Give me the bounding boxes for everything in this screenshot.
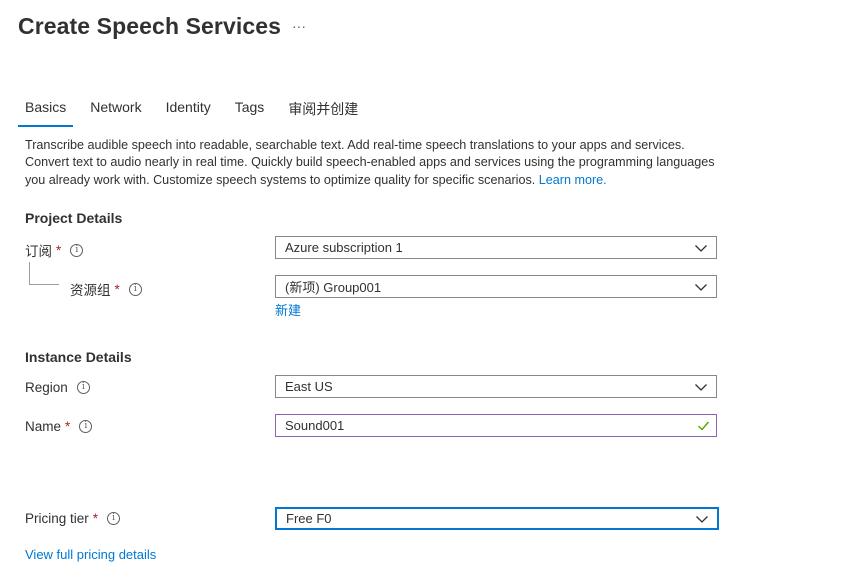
resource-group-label-text: 资源组: [70, 283, 111, 298]
page-title: Create Speech Services: [18, 13, 282, 39]
region-label: Region i: [25, 380, 90, 395]
subscription-value: Azure subscription 1: [285, 240, 403, 255]
tab-tags[interactable]: Tags: [228, 96, 272, 127]
view-pricing-details-link[interactable]: View full pricing details: [25, 547, 156, 562]
name-value: Sound001: [285, 418, 345, 433]
required-marker: *: [92, 511, 99, 526]
region-label-text: Region: [25, 380, 68, 395]
required-marker: *: [56, 242, 62, 258]
service-description: Transcribe audible speech into readable,…: [25, 137, 715, 189]
tab-network[interactable]: Network: [83, 96, 148, 127]
description-text: Transcribe audible speech into readable,…: [25, 138, 715, 187]
tree-connector-vertical: [29, 262, 30, 284]
required-marker: *: [65, 419, 71, 434]
name-label: Name * i: [25, 419, 93, 434]
pricing-tier-label: Pricing tier * i: [25, 511, 121, 526]
pricing-tier-value: Free F0: [286, 511, 332, 526]
checkmark-icon: [698, 421, 710, 431]
resource-group-label: 资源组 * i: [70, 279, 142, 299]
resource-group-value: (新项) Group001: [285, 280, 382, 295]
region-dropdown[interactable]: East US: [275, 375, 717, 398]
chevron-down-icon: [695, 283, 707, 291]
subscription-label-text: 订阅: [25, 244, 52, 259]
pricing-tier-dropdown[interactable]: Free F0: [275, 507, 719, 530]
info-icon[interactable]: i: [79, 420, 93, 433]
chevron-down-icon: [696, 515, 708, 523]
subscription-label: 订阅 * i: [25, 240, 84, 260]
tab-identity[interactable]: Identity: [159, 96, 218, 127]
pricing-tier-label-text: Pricing tier: [25, 511, 89, 526]
name-label-text: Name: [25, 419, 62, 434]
tab-review-create[interactable]: 审阅并创建: [281, 96, 365, 127]
resource-group-dropdown[interactable]: (新项) Group001: [275, 275, 717, 298]
info-icon[interactable]: i: [128, 282, 142, 296]
required-marker: *: [114, 281, 120, 297]
project-details-heading: Project Details: [25, 210, 123, 226]
chevron-down-icon: [695, 383, 707, 391]
subscription-dropdown[interactable]: Azure subscription 1: [275, 236, 717, 259]
create-new-resource-group-link[interactable]: 新建: [275, 300, 301, 319]
region-value: East US: [285, 379, 333, 394]
instance-details-heading: Instance Details: [25, 349, 132, 365]
learn-more-link[interactable]: Learn more.: [539, 173, 607, 187]
tab-bar: Basics Network Identity Tags 审阅并创建: [18, 96, 375, 127]
chevron-down-icon: [695, 244, 707, 252]
tab-basics[interactable]: Basics: [18, 96, 74, 127]
name-input[interactable]: Sound001: [275, 414, 717, 437]
more-options-button[interactable]: ···: [292, 18, 306, 34]
tree-connector-horizontal: [29, 284, 59, 285]
info-icon[interactable]: i: [76, 381, 90, 394]
info-icon[interactable]: i: [107, 512, 121, 525]
info-icon[interactable]: i: [70, 243, 84, 257]
